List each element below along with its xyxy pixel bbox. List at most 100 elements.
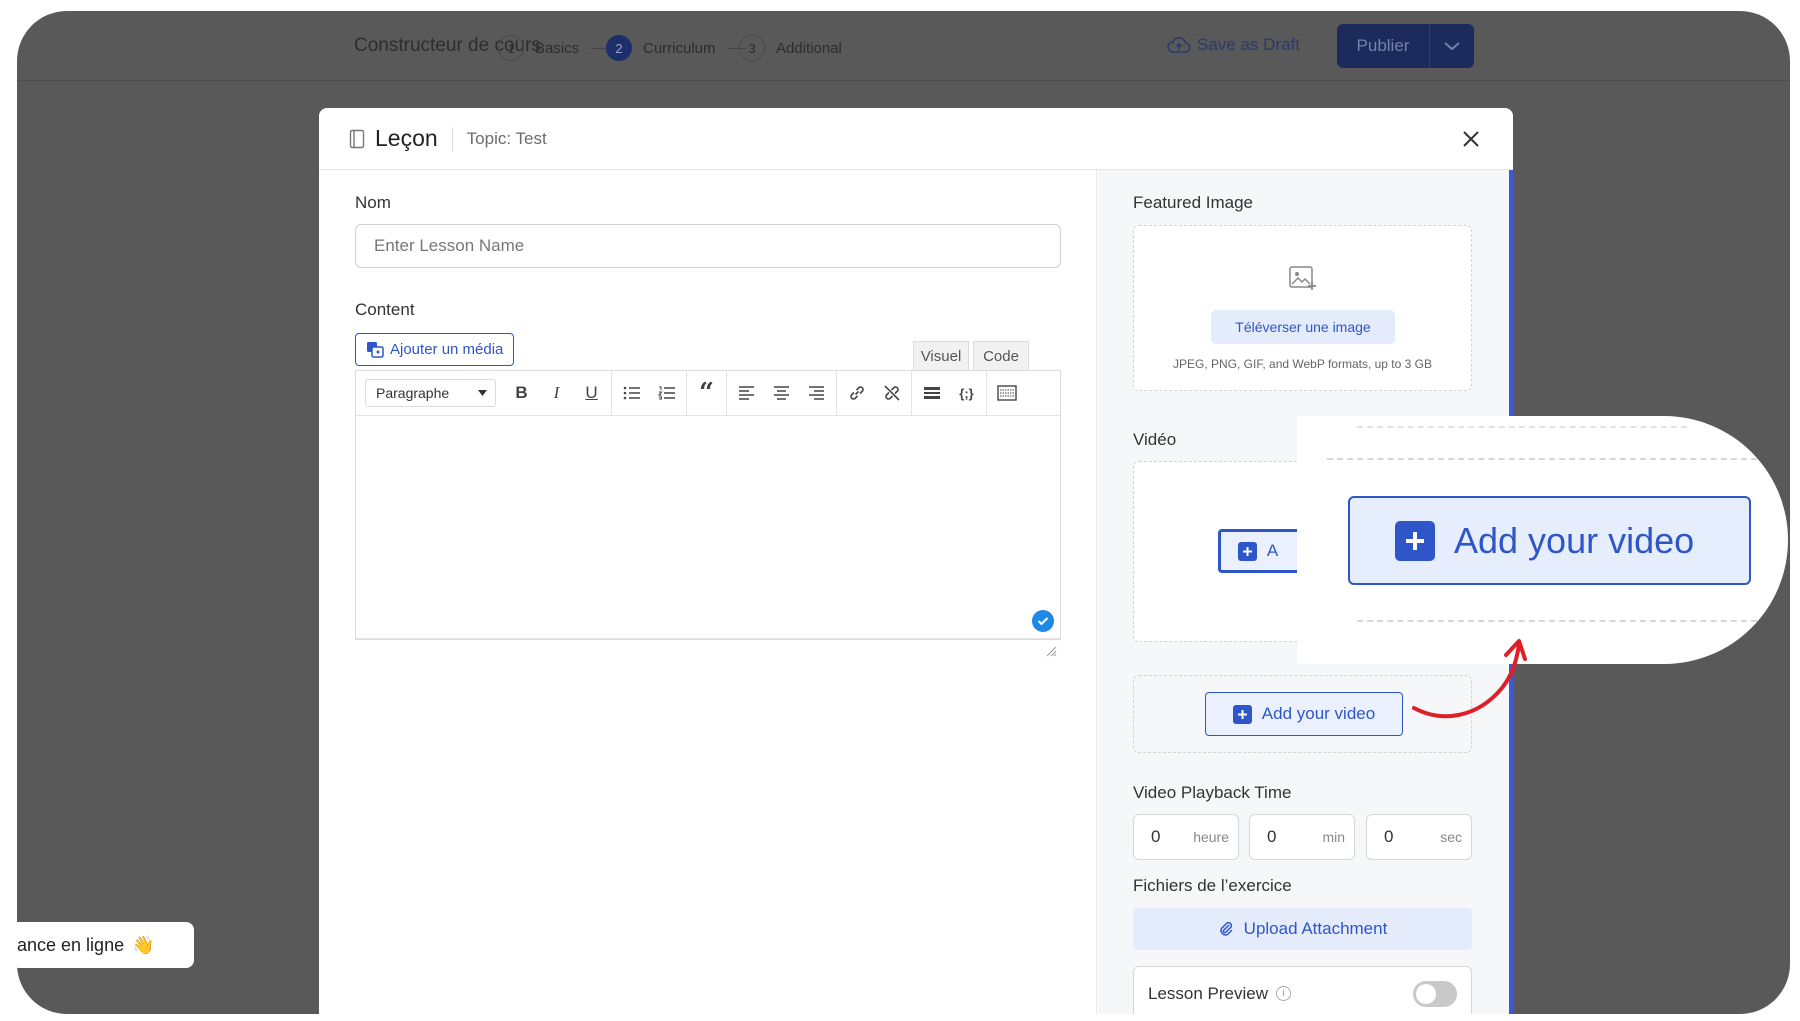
blockquote-icon[interactable]: “ — [689, 371, 724, 415]
image-format-note: JPEG, PNG, GIF, and WebP formats, up to … — [1173, 357, 1432, 371]
online-notification-toast: ance en ligne 👋 — [17, 922, 194, 968]
plus-icon — [1395, 520, 1435, 561]
toolbar-separator — [686, 371, 687, 415]
modal-title: Leçon — [375, 125, 438, 151]
toolbar-separator — [836, 371, 837, 415]
step-label: Basics — [535, 39, 580, 57]
info-icon[interactable]: i — [1276, 986, 1292, 1001]
editor-body[interactable] — [356, 416, 1060, 638]
zoomed-add-video-label: Add your video — [1454, 519, 1695, 561]
lesson-name-input[interactable] — [355, 224, 1061, 268]
dropdown-arrow-icon — [478, 390, 487, 396]
bold-icon[interactable]: B — [504, 371, 539, 415]
zoomed-add-video-button: Add your video — [1348, 496, 1751, 585]
add-video-button[interactable]: Add your video — [1205, 692, 1403, 736]
zoom-dashed-line — [1357, 620, 1757, 622]
zoom-dashed-line — [1327, 458, 1757, 460]
step-basics[interactable]: 1 Basics — [498, 35, 610, 61]
zoom-dashed-line — [1357, 426, 1687, 428]
step-number: 1 — [498, 35, 524, 61]
align-center-icon[interactable] — [764, 371, 799, 415]
chevron-down-icon[interactable] — [1429, 24, 1473, 68]
step-label: Curriculum — [643, 39, 716, 57]
resize-handle-icon[interactable] — [1046, 646, 1057, 657]
minutes-value: 0 — [1267, 827, 1277, 846]
media-icon — [367, 342, 384, 358]
upload-attachment-button[interactable]: Upload Attachment — [1133, 908, 1472, 950]
tab-visual[interactable]: Visuel — [913, 341, 969, 371]
lesson-preview-label: Lesson Preview — [1148, 983, 1269, 1003]
topic-label: Topic: Test — [466, 128, 547, 148]
publish-button[interactable]: Publier — [1337, 24, 1474, 68]
add-media-button[interactable]: Ajouter un média — [355, 333, 515, 366]
toggle-knob — [1416, 984, 1436, 1004]
step-curriculum[interactable]: 2 Curriculum — [606, 35, 746, 61]
featured-image-label: Featured Image — [1133, 193, 1254, 212]
paragraph-format-select[interactable]: Paragraphe — [365, 379, 496, 407]
hours-input[interactable]: 0 heure — [1133, 814, 1239, 860]
minutes-input[interactable]: 0 min — [1249, 814, 1355, 860]
video-label: Vidéo — [1133, 430, 1177, 449]
cloud-upload-icon — [1167, 36, 1191, 53]
paperclip-icon — [1220, 921, 1233, 936]
horizontal-rule-icon[interactable] — [914, 371, 949, 415]
bullet-list-icon[interactable] — [614, 371, 649, 415]
add-video-label: Add your video — [1261, 704, 1376, 723]
toolbar-separator — [986, 371, 987, 415]
toast-text: ance en ligne — [17, 934, 125, 955]
playback-time-label: Video Playback Time — [1133, 783, 1292, 802]
align-right-icon[interactable] — [799, 371, 834, 415]
lesson-main-column: Nom Content Ajouter un média Visuel Code… — [319, 170, 1097, 1014]
toolbar-separator — [726, 371, 727, 415]
step-number: 3 — [739, 35, 765, 61]
wave-emoji-icon: 👋 — [132, 934, 155, 955]
underline-icon[interactable]: U — [574, 371, 609, 415]
check-icon — [1032, 610, 1054, 632]
hours-value: 0 — [1151, 827, 1161, 846]
seconds-unit: sec — [1440, 829, 1462, 845]
upload-attachment-label: Upload Attachment — [1243, 919, 1388, 938]
step-number: 2 — [606, 35, 632, 61]
add-media-label: Ajouter un média — [390, 341, 504, 358]
align-left-icon[interactable] — [729, 371, 764, 415]
editor-statusbar — [356, 638, 1060, 660]
editor-toolbar: Paragraphe B I U “ {;} — [356, 371, 1060, 416]
numbered-list-icon[interactable] — [649, 371, 684, 415]
app-frame: Constructeur de cours 1 Basics 2 Curricu… — [17, 11, 1790, 1014]
featured-image-dropzone[interactable]: Téléverser une image JPEG, PNG, GIF, and… — [1133, 225, 1472, 391]
seconds-value: 0 — [1384, 827, 1394, 846]
save-draft-button[interactable]: Save as Draft — [1167, 35, 1300, 55]
header-divider — [451, 126, 453, 151]
lesson-preview-toggle[interactable] — [1413, 981, 1457, 1007]
course-builder-topbar: Constructeur de cours 1 Basics 2 Curricu… — [17, 11, 1790, 81]
keyboard-icon[interactable] — [989, 371, 1024, 415]
step-additional[interactable]: 3 Additional — [739, 35, 842, 61]
unlink-icon[interactable] — [874, 371, 909, 415]
content-editor[interactable]: Paragraphe B I U “ {;} — [355, 370, 1061, 657]
paragraph-format-label: Paragraphe — [376, 385, 450, 401]
image-add-icon — [1289, 266, 1316, 290]
content-label: Content — [355, 300, 415, 319]
minutes-unit: min — [1322, 829, 1345, 845]
link-icon[interactable] — [839, 371, 874, 415]
modal-header: Leçon Topic: Test — [319, 108, 1513, 170]
toolbar-separator — [611, 371, 612, 415]
red-arrow-icon — [1412, 639, 1527, 719]
plus-icon — [1232, 704, 1252, 724]
save-draft-label: Save as Draft — [1197, 35, 1300, 54]
close-icon[interactable] — [1459, 127, 1483, 151]
publish-label: Publier — [1356, 36, 1410, 55]
code-snippet-icon[interactable]: {;} — [949, 371, 984, 415]
tab-code[interactable]: Code — [973, 341, 1029, 371]
exercise-files-label: Fichiers de l’exercice — [1133, 876, 1292, 895]
hours-unit: heure — [1193, 829, 1229, 845]
italic-icon[interactable]: I — [539, 371, 574, 415]
name-label: Nom — [355, 193, 391, 212]
book-icon — [349, 129, 365, 148]
plus-icon — [1237, 541, 1257, 561]
toolbar-separator — [911, 371, 912, 415]
upload-image-button[interactable]: Téléverser une image — [1211, 310, 1395, 344]
lesson-preview-row: Lesson Preview i — [1133, 966, 1472, 1014]
step-label: Additional — [776, 39, 842, 57]
seconds-input[interactable]: 0 sec — [1366, 814, 1472, 860]
